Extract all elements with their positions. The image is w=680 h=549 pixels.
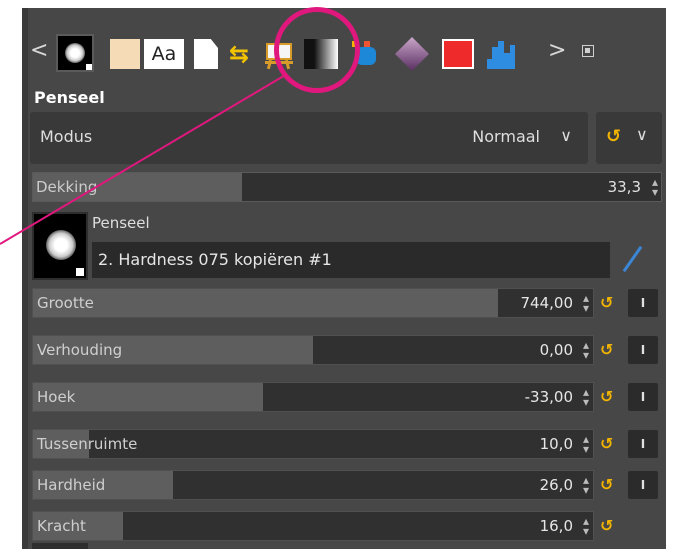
panel-edge bbox=[22, 8, 28, 549]
reset-icon[interactable]: ↺ bbox=[600, 288, 620, 318]
opacity-slider[interactable]: Dekking 33,3 ▴ ▾ bbox=[32, 172, 662, 202]
brush-preview-icon bbox=[65, 43, 85, 63]
link-to-brush-icon[interactable]: I bbox=[628, 383, 658, 411]
spin-arrows-icon[interactable]: ▴ ▾ bbox=[583, 474, 589, 496]
brush-caption: Penseel bbox=[92, 214, 150, 232]
document-tab[interactable] bbox=[194, 39, 218, 69]
undo-history-tab[interactable]: ⇆ bbox=[224, 39, 254, 69]
opacity-value: 33,3 bbox=[607, 178, 641, 196]
slider-label: Tussenruimte bbox=[37, 435, 138, 453]
slider-value: -33,00 bbox=[524, 388, 573, 406]
mode-dropdown[interactable]: Modus Normaal ∨ bbox=[30, 112, 588, 164]
slider-hoek[interactable]: Hoek -33,00 ▴ ▾ bbox=[32, 382, 594, 412]
slider-value: 744,00 bbox=[520, 294, 574, 312]
tab-scroll-left-button[interactable]: < bbox=[30, 28, 48, 74]
spin-arrows-icon[interactable]: ▴ ▾ bbox=[583, 386, 589, 408]
slider-label: Kracht bbox=[37, 517, 86, 535]
slider-label: Hoek bbox=[37, 388, 76, 406]
reset-icon[interactable]: ↺ bbox=[600, 382, 620, 412]
slider-label: Hardheid bbox=[37, 476, 106, 494]
slider-value: 0,00 bbox=[539, 341, 573, 359]
brush-preview-icon bbox=[46, 230, 76, 260]
link-to-brush-icon[interactable]: I bbox=[628, 289, 658, 317]
tool-options-tab[interactable] bbox=[262, 39, 296, 70]
spin-arrows-icon[interactable]: ▴ ▾ bbox=[583, 339, 589, 361]
chevron-down-icon: ∨ bbox=[636, 125, 648, 144]
reset-icon: ↺ bbox=[606, 126, 622, 147]
edit-brush-icon[interactable] bbox=[622, 242, 644, 278]
spin-arrows-icon[interactable]: ▴ ▾ bbox=[583, 292, 589, 314]
panel-title: Penseel bbox=[34, 88, 105, 107]
mode-value: Normaal bbox=[472, 127, 540, 146]
gradient-tab[interactable] bbox=[304, 39, 338, 69]
mode-reset-dropdown[interactable]: ↺ ∨ bbox=[596, 112, 662, 164]
slider-value: 26,0 bbox=[539, 476, 573, 494]
tool-options-panel: < Aa ⇆ > Penseel Modus Normaal ∨ ↺ ∨ Dek… bbox=[22, 8, 666, 549]
slider-value: 10,0 bbox=[539, 435, 573, 453]
slider-label: Verhouding bbox=[37, 341, 123, 359]
slider-kracht[interactable]: Kracht 16,0 ▴ ▾ bbox=[32, 511, 594, 541]
link-to-brush-icon[interactable]: I bbox=[628, 471, 658, 499]
brush-preview-button[interactable] bbox=[32, 212, 88, 280]
slider-fill bbox=[33, 289, 498, 317]
font-tab[interactable]: Aa bbox=[144, 39, 184, 69]
plus-icon bbox=[86, 64, 92, 70]
histogram-tab[interactable] bbox=[484, 39, 518, 69]
slider-verhouding[interactable]: Verhouding 0,00 ▴ ▾ bbox=[32, 335, 594, 365]
mode-label: Modus bbox=[40, 127, 93, 146]
spin-arrows-icon[interactable]: ▴ ▾ bbox=[583, 515, 589, 537]
reset-icon[interactable]: ↺ bbox=[600, 470, 620, 500]
opacity-label: Dekking bbox=[36, 178, 98, 196]
link-to-brush-icon[interactable]: I bbox=[628, 336, 658, 364]
pattern-tab[interactable] bbox=[110, 39, 140, 69]
brush-name-field[interactable]: 2. Hardness 075 kopiëren #1 bbox=[92, 242, 610, 278]
tab-menu-icon[interactable] bbox=[582, 45, 594, 57]
palette-tab[interactable] bbox=[350, 39, 384, 69]
dynamics-tab[interactable] bbox=[394, 36, 430, 72]
spin-arrows-icon[interactable]: ▴ ▾ bbox=[583, 433, 589, 455]
link-to-brush-icon[interactable]: I bbox=[628, 430, 658, 458]
diamond-icon bbox=[395, 37, 429, 71]
slider-tussenruimte[interactable]: Tussenruimte 10,0 ▴ ▾ bbox=[32, 429, 594, 459]
color-tab[interactable] bbox=[442, 39, 474, 69]
reset-icon[interactable]: ↺ bbox=[600, 511, 620, 541]
next-option-fragment bbox=[32, 543, 88, 549]
slider-grootte[interactable]: Grootte 744,00 ▴ ▾ bbox=[32, 288, 594, 318]
plus-icon bbox=[76, 268, 84, 276]
reset-icon[interactable]: ↺ bbox=[600, 429, 620, 459]
reset-icon[interactable]: ↺ bbox=[600, 335, 620, 365]
slider-value: 16,0 bbox=[539, 517, 573, 535]
brush-tab[interactable] bbox=[56, 34, 94, 72]
slider-hardheid[interactable]: Hardheid 26,0 ▴ ▾ bbox=[32, 470, 594, 500]
easel-icon bbox=[266, 43, 292, 60]
tab-scroll-right-button[interactable]: > bbox=[548, 28, 566, 74]
slider-label: Grootte bbox=[37, 294, 94, 312]
spin-arrows-icon[interactable]: ▴ ▾ bbox=[652, 176, 658, 198]
chevron-down-icon: ∨ bbox=[560, 126, 572, 145]
dock-tab-strip: < Aa ⇆ > bbox=[22, 28, 666, 74]
